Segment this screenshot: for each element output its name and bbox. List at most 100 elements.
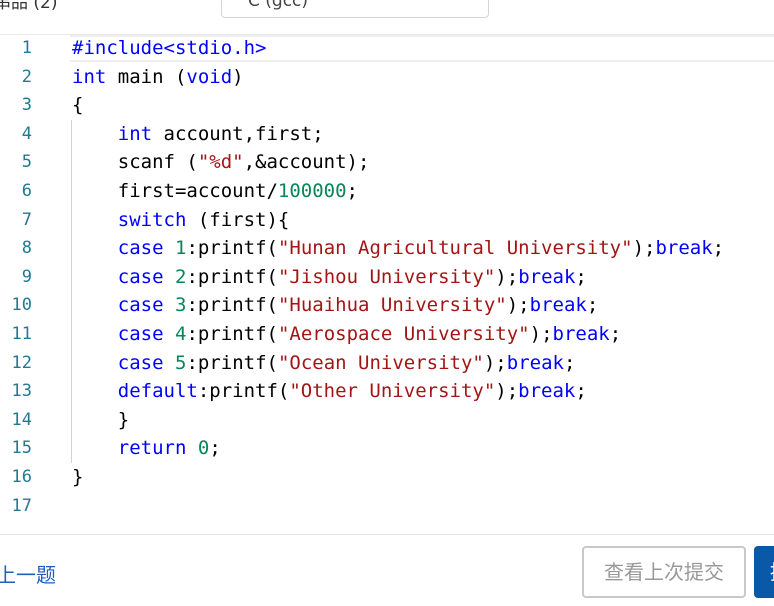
code-line: int main (void) xyxy=(72,63,244,92)
line-number: 12 xyxy=(11,352,32,373)
code-line: case 3:printf("Huaihua University");brea… xyxy=(72,291,599,320)
code-token: } xyxy=(72,466,84,488)
code-token: ; xyxy=(346,180,358,202)
code-token: "Jishou University" xyxy=(277,265,496,288)
footer-bar: 上一题 查看上次提交 提交 xyxy=(0,534,774,606)
code-token: int xyxy=(117,122,153,145)
code-token: scanf ( xyxy=(72,151,198,174)
line-number: 3 xyxy=(21,95,32,116)
code-token: int xyxy=(72,65,107,88)
line-number: 1 xyxy=(21,38,32,58)
language-select[interactable]: C (gcc) xyxy=(221,0,489,18)
line-number: 14 xyxy=(11,409,32,430)
code-line: } xyxy=(72,406,129,435)
code-area[interactable]: #include<stdio.h> int main (void){ int ac… xyxy=(70,34,774,530)
code-token: } xyxy=(72,408,130,431)
code-token: :printf( xyxy=(186,323,278,345)
code-token: "%d" xyxy=(197,151,244,174)
code-line: #include<stdio.h> xyxy=(72,34,266,63)
code-token: ; xyxy=(563,351,576,374)
code-token: (first){ xyxy=(186,208,290,231)
code-token: case xyxy=(117,294,164,317)
line-number: 7 xyxy=(21,209,32,230)
code-token: return xyxy=(117,437,187,460)
code-token: "Aerospace University" xyxy=(277,323,530,345)
code-token: ; xyxy=(575,380,587,403)
code-token: ; xyxy=(586,294,599,317)
code-token: case xyxy=(117,323,164,345)
code-token: ); xyxy=(483,351,507,374)
section-label: 串品 (2) xyxy=(0,0,58,13)
line-number: 10 xyxy=(11,295,32,316)
code-token: :printf( xyxy=(186,237,278,260)
language-select-value: C (gcc) xyxy=(248,0,309,11)
code-token: ; xyxy=(712,237,725,260)
line-number: 11 xyxy=(11,324,32,344)
code-line: case 1:printf("Hunan Agricultural Univer… xyxy=(72,234,724,263)
code-token: :printf( xyxy=(186,351,278,374)
code-token: case xyxy=(117,351,164,374)
previous-question-link[interactable]: 上一题 xyxy=(0,559,56,588)
code-line: scanf ("%d",&account); xyxy=(72,148,370,177)
line-number-gutter: 1 2 3 4 5 6 7 8 9 10 11 12 13 14 15 16 17 xyxy=(0,34,70,530)
code-token: 5 xyxy=(174,351,187,374)
line-number: 16 xyxy=(11,467,32,487)
code-token: :printf( xyxy=(197,380,290,403)
code-token: { xyxy=(72,94,84,117)
code-token: "Huaihua University" xyxy=(277,294,507,317)
code-line: case 2:printf("Jishou University");break… xyxy=(72,263,587,292)
code-token: ; xyxy=(609,323,622,345)
code-token: ; xyxy=(575,265,587,288)
code-line: case 4:printf("Aerospace University");br… xyxy=(72,320,621,349)
line-number: 6 xyxy=(21,181,32,201)
code-line: switch (first){ xyxy=(72,206,290,235)
code-token: ; xyxy=(209,437,221,460)
code-token: ); xyxy=(529,323,553,345)
code-line: int account,first; xyxy=(72,120,324,149)
code-token: break xyxy=(552,323,610,345)
code-token: 0 xyxy=(197,437,210,460)
code-token: "Other University" xyxy=(289,380,496,403)
code-line: return 0; xyxy=(72,434,221,463)
top-strip: 串品 (2) C (gcc) xyxy=(0,0,774,34)
code-line: case 5:printf("Ocean University");break; xyxy=(72,349,576,378)
code-token: break xyxy=(529,294,587,317)
line-number: 5 xyxy=(21,152,32,173)
code-token: 100000 xyxy=(277,180,347,202)
line-number: 9 xyxy=(21,266,32,287)
code-token: break xyxy=(506,351,564,374)
view-last-submission-button[interactable]: 查看上次提交 xyxy=(582,546,746,598)
line-number: 4 xyxy=(21,123,32,144)
submit-button[interactable]: 提交 xyxy=(754,546,774,598)
code-line: { xyxy=(72,91,83,120)
code-token: ,&account); xyxy=(243,151,370,174)
code-line: } xyxy=(72,463,83,492)
line-number: 15 xyxy=(11,438,32,459)
code-token: main ( xyxy=(106,65,187,88)
code-token: 2 xyxy=(174,265,187,288)
code-token: 3 xyxy=(174,294,187,317)
line-number: 13 xyxy=(11,381,32,402)
code-token: first=account/ xyxy=(72,180,278,202)
code-token: void xyxy=(186,65,233,88)
code-token: "Ocean University" xyxy=(277,351,484,374)
code-token: "Hunan Agricultural University" xyxy=(277,237,633,260)
code-editor[interactable]: 1 2 3 4 5 6 7 8 9 10 11 12 13 14 15 16 17 #include<stdio… xyxy=(0,34,774,530)
code-token: ); xyxy=(632,237,656,260)
code-token: case xyxy=(117,265,164,288)
line-number: 8 xyxy=(21,238,32,259)
code-token: 4 xyxy=(174,323,187,345)
code-token: 1 xyxy=(174,237,187,260)
code-token: default xyxy=(117,380,198,403)
